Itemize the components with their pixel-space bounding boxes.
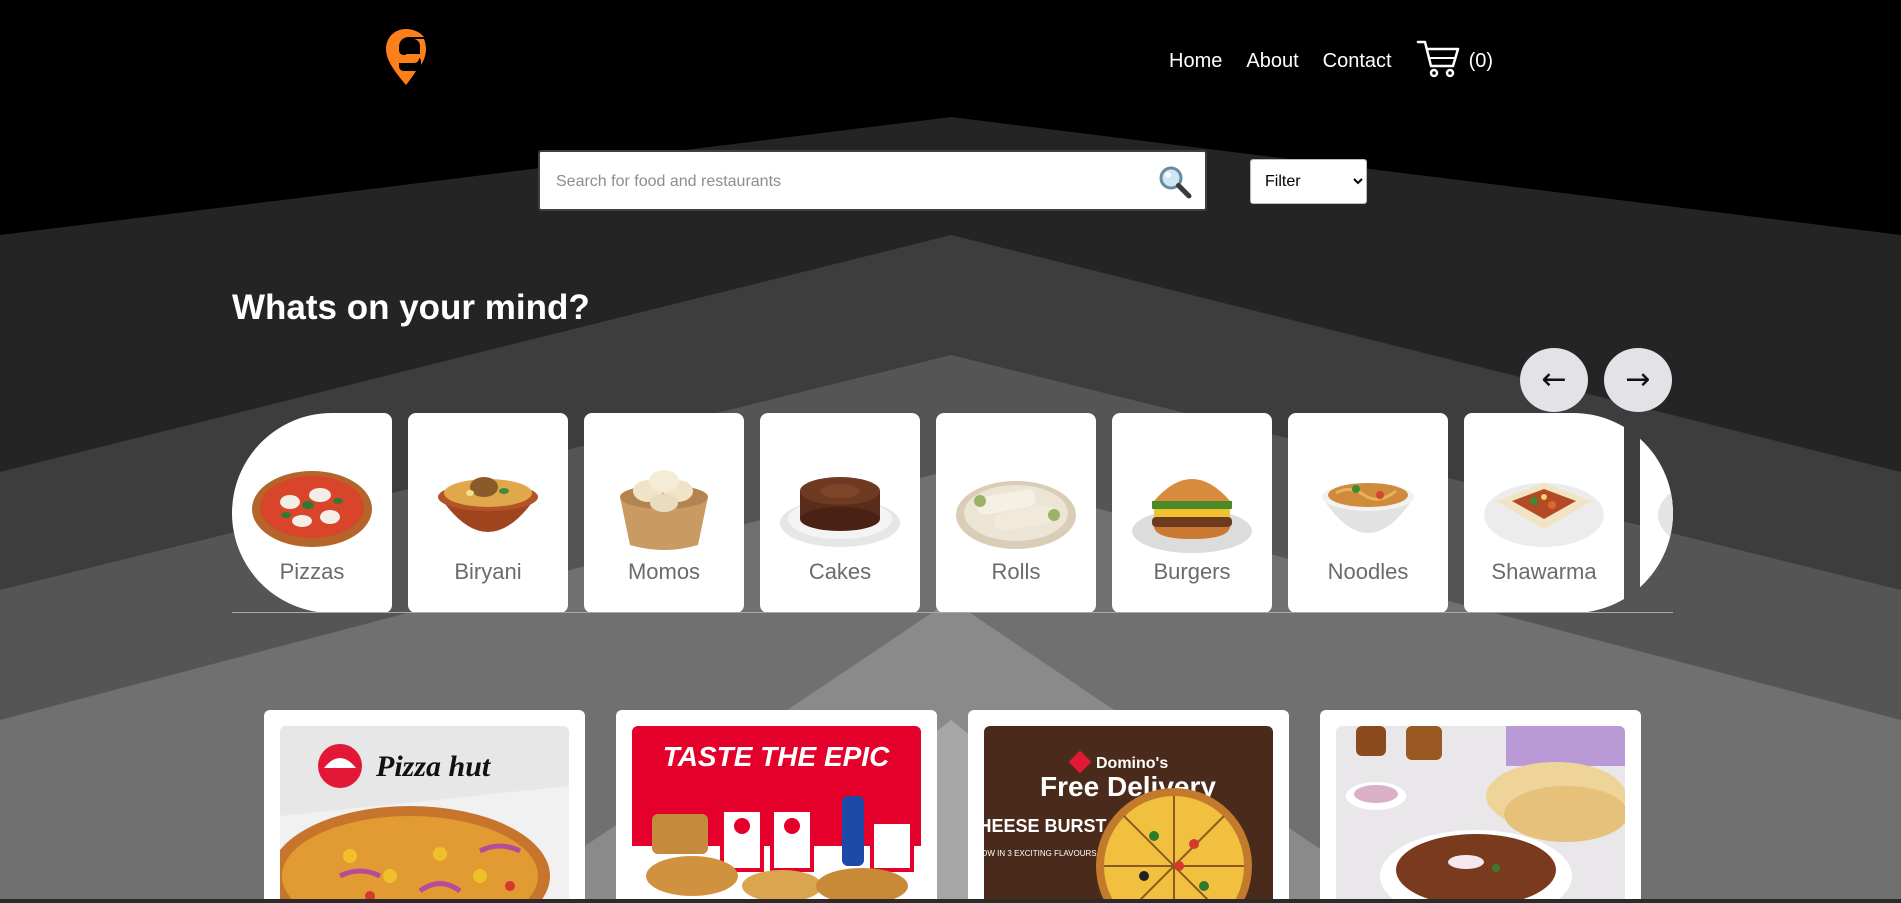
- nav-about-link[interactable]: About: [1246, 50, 1298, 73]
- category-carousel: Pizzas Biryani Momos Cakes Rolls Burgers…: [232, 413, 1673, 613]
- pizza-hut-banner: Pizza hut: [280, 726, 569, 903]
- main-nav: Home About Contact (0): [1169, 40, 1494, 78]
- restaurant-banner: Pizza hut: [280, 726, 569, 903]
- paratha-banner: [1336, 726, 1625, 903]
- carousel-next-button[interactable]: →: [1604, 348, 1672, 412]
- section-title: Whats on your mind?: [232, 288, 590, 327]
- cart-button[interactable]: (0): [1416, 40, 1494, 78]
- restaurant-banner: [1336, 726, 1625, 903]
- restaurant-banner: Domino's Free Delivery CHEESE BURST NOW …: [984, 726, 1273, 903]
- category-label: Rolls: [991, 559, 1041, 584]
- filter-select[interactable]: Filter: [1250, 159, 1367, 204]
- bottom-edge: [0, 899, 1901, 903]
- burger-icon: [1132, 479, 1252, 553]
- carousel-divider: [232, 612, 1673, 613]
- carousel-track: Pizzas Biryani Momos Cakes Rolls Burgers…: [232, 413, 1673, 613]
- carousel-prev-button[interactable]: ←: [1520, 348, 1588, 412]
- cart-count: (0): [1468, 49, 1494, 72]
- header: Home About Contact (0): [0, 0, 1901, 115]
- search-icon[interactable]: [1157, 164, 1193, 200]
- category-label: Cakes: [808, 559, 872, 584]
- category-card-cakes[interactable]: Cakes: [760, 413, 920, 613]
- brand-logo-icon[interactable]: [384, 27, 428, 87]
- pizza-icon: [252, 471, 372, 547]
- noodles-icon: [1322, 483, 1414, 533]
- cart-icon: [1416, 40, 1459, 78]
- restaurant-card-kfc[interactable]: TASTE THE EPIC: [616, 710, 937, 903]
- search-bar: [538, 150, 1207, 211]
- shawarma-icon: [1484, 483, 1604, 547]
- category-card-momos[interactable]: Momos: [584, 413, 744, 613]
- dominos-badge: CHEESE BURST: [984, 816, 1107, 836]
- category-label: Noodles: [1327, 559, 1409, 584]
- momos-icon: [620, 470, 708, 550]
- kfc-banner: TASTE THE EPIC: [632, 726, 921, 903]
- dominos-brand: Domino's: [1096, 755, 1168, 772]
- category-label: Shawarma: [1491, 559, 1597, 584]
- dominos-note: NOW IN 3 EXCITING FLAVOURS: [984, 849, 1097, 858]
- category-label: Burgers: [1153, 559, 1231, 584]
- category-card-partial[interactable]: [1640, 413, 1673, 613]
- category-label: Biryani: [454, 559, 522, 584]
- restaurant-card-dominos[interactable]: Domino's Free Delivery CHEESE BURST NOW …: [968, 710, 1289, 903]
- biryani-icon: [438, 477, 538, 532]
- dominos-banner: Domino's Free Delivery CHEESE BURST NOW …: [984, 726, 1273, 903]
- category-card-burgers[interactable]: Burgers: [1112, 413, 1272, 613]
- restaurant-banner: TASTE THE EPIC: [632, 726, 921, 903]
- category-card-noodles[interactable]: Noodles: [1288, 413, 1448, 613]
- restaurant-card-paratha[interactable]: [1320, 710, 1641, 903]
- category-card-biryani[interactable]: Biryani: [408, 413, 568, 613]
- category-card-rolls[interactable]: Rolls: [936, 413, 1096, 613]
- category-label: Pizzas: [279, 559, 345, 584]
- restaurant-card-pizza-hut[interactable]: Pizza hut: [264, 710, 585, 903]
- nav-home-link[interactable]: Home: [1169, 50, 1222, 73]
- search-input[interactable]: [554, 164, 1138, 200]
- rolls-icon: [956, 481, 1076, 549]
- category-card-shawarma[interactable]: Shawarma: [1464, 413, 1624, 613]
- category-card-pizzas[interactable]: Pizzas: [232, 413, 392, 613]
- cake-icon: [780, 477, 900, 547]
- category-label: Momos: [627, 559, 701, 584]
- nav-contact-link[interactable]: Contact: [1323, 50, 1392, 73]
- food-icon: [1658, 491, 1673, 539]
- kfc-headline: TASTE THE EPIC: [663, 741, 890, 772]
- pizza-hut-logo-text: Pizza hut: [375, 750, 492, 783]
